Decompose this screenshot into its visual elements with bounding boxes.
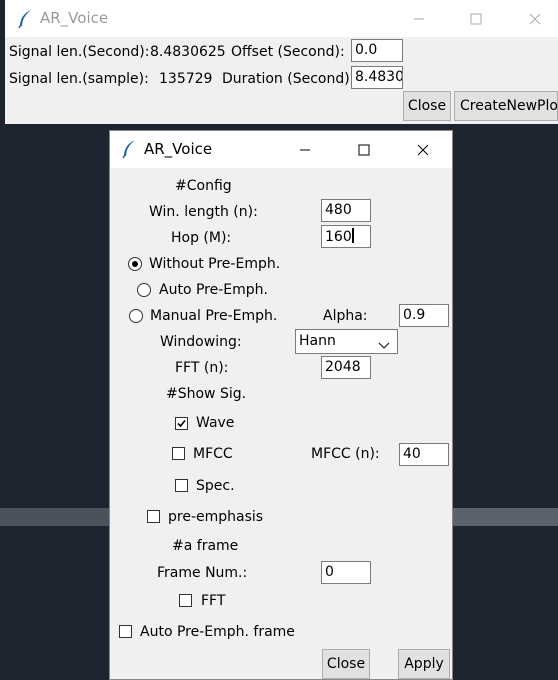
duration-field[interactable]: 8.48306 bbox=[351, 66, 403, 89]
mfcc-n-label: MFCC (n): bbox=[311, 446, 380, 462]
radio-auto-pre-emph[interactable] bbox=[137, 283, 151, 297]
config-titlebar: AR_Voice bbox=[110, 131, 452, 168]
mfcc-n-field[interactable]: 40 bbox=[399, 443, 449, 466]
chevron-down-icon bbox=[378, 338, 390, 353]
minimize-button[interactable] bbox=[282, 131, 328, 168]
mfcc-checkbox[interactable] bbox=[172, 447, 185, 460]
hop-value: 160 bbox=[325, 229, 352, 245]
main-window-title: AR_Voice bbox=[40, 9, 109, 27]
hop-field[interactable]: 160 bbox=[321, 225, 371, 248]
radio-without-pre-emph-label[interactable]: Without Pre-Emph. bbox=[149, 256, 280, 272]
signal-len-second-label: Signal len.(Second): bbox=[9, 44, 150, 60]
auto-pre-emph-frame-label[interactable]: Auto Pre-Emph. frame bbox=[140, 624, 295, 640]
pre-emphasis-checkbox[interactable] bbox=[147, 510, 160, 523]
spec-label[interactable]: Spec. bbox=[196, 478, 235, 494]
wave-checkbox[interactable] bbox=[175, 417, 188, 430]
fft-n-field[interactable]: 2048 bbox=[321, 356, 371, 379]
frame-num-label: Frame Num.: bbox=[157, 565, 248, 581]
config-window: AR_Voice #Config Win. length (n): 480 Ho… bbox=[109, 130, 453, 680]
config-window-title: AR_Voice bbox=[144, 140, 213, 158]
radio-manual-pre-emph[interactable] bbox=[129, 309, 143, 323]
offset-label: Offset (Second): bbox=[231, 44, 345, 60]
feather-icon bbox=[121, 139, 137, 163]
win-length-label: Win. length (n): bbox=[149, 204, 258, 220]
windowing-label: Windowing: bbox=[160, 334, 242, 350]
main-close-button[interactable]: Close bbox=[403, 91, 451, 121]
auto-pre-emph-frame-checkbox[interactable] bbox=[119, 625, 132, 638]
maximize-button[interactable] bbox=[341, 131, 387, 168]
a-frame-header: #a frame bbox=[172, 538, 239, 554]
minimize-button[interactable] bbox=[396, 0, 442, 37]
win-length-field[interactable]: 480 bbox=[321, 199, 371, 222]
radio-without-pre-emph[interactable] bbox=[128, 257, 142, 271]
offset-field[interactable]: 0.0 bbox=[351, 39, 403, 62]
background-divider-right bbox=[452, 508, 558, 526]
pre-emphasis-label[interactable]: pre-emphasis bbox=[168, 509, 263, 525]
close-window-button[interactable] bbox=[400, 131, 446, 168]
fft-n-label: FFT (n): bbox=[175, 360, 229, 376]
signal-len-second-value: 8.4830625 bbox=[150, 44, 226, 60]
close-window-button[interactable] bbox=[512, 0, 558, 37]
alpha-field[interactable]: 0.9 bbox=[399, 304, 449, 327]
radio-manual-pre-emph-label[interactable]: Manual Pre-Emph. bbox=[150, 308, 277, 324]
spec-checkbox[interactable] bbox=[175, 479, 188, 492]
frame-num-field[interactable]: 0 bbox=[321, 561, 371, 584]
windowing-select[interactable]: Hann bbox=[295, 329, 398, 354]
show-sig-header: #Show Sig. bbox=[166, 386, 247, 402]
config-header: #Config bbox=[175, 178, 232, 194]
text-cursor bbox=[351, 228, 354, 243]
main-titlebar: AR_Voice bbox=[5, 0, 558, 37]
main-window: AR_Voice Signal len.(Second): 8.4830625 … bbox=[5, 0, 558, 124]
signal-len-sample-value: 135729 bbox=[159, 71, 213, 87]
maximize-button[interactable] bbox=[453, 0, 499, 37]
mfcc-label[interactable]: MFCC bbox=[193, 446, 233, 462]
fft-label[interactable]: FFT bbox=[201, 593, 225, 609]
create-new-plot-button[interactable]: CreateNewPlot bbox=[454, 91, 558, 121]
radio-auto-pre-emph-label[interactable]: Auto Pre-Emph. bbox=[159, 282, 268, 298]
feather-icon bbox=[17, 9, 33, 33]
signal-len-sample-label: Signal len.(sample): bbox=[9, 71, 149, 87]
wave-label[interactable]: Wave bbox=[196, 415, 234, 431]
apply-button[interactable]: Apply bbox=[398, 649, 450, 679]
fft-checkbox[interactable] bbox=[179, 594, 192, 607]
hop-label: Hop (M): bbox=[171, 230, 232, 246]
config-close-button[interactable]: Close bbox=[322, 649, 370, 679]
duration-label: Duration (Second): bbox=[222, 71, 355, 87]
windowing-value: Hann bbox=[299, 333, 336, 349]
alpha-label: Alpha: bbox=[323, 308, 368, 324]
